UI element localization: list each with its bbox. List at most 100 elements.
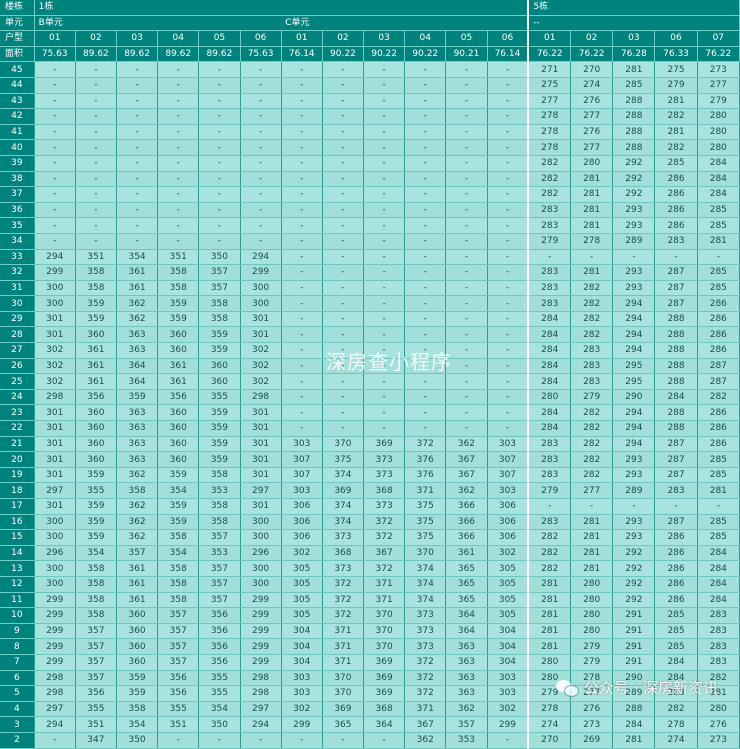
price-cell: 362: [445, 701, 488, 718]
price-cell: 282: [654, 139, 698, 156]
price-cell: -: [322, 280, 365, 297]
price-cell: 373: [363, 451, 406, 468]
price-cell: -: [363, 326, 406, 344]
table-row: 30 300 359 362 359 358 300- - - - - -283 282 294 287 28…: [0, 295, 740, 312]
price-cell: -: [157, 732, 200, 749]
price-cell: 373: [363, 498, 406, 515]
price-cell: 357: [157, 638, 200, 655]
price-cell: 302: [34, 358, 76, 375]
price-cell: -: [116, 186, 159, 203]
table-row: 41- - - - - - - - - - - -278 276 288 281 280: [0, 124, 740, 141]
price-cell: -: [322, 155, 365, 172]
price-cell: 359: [198, 404, 241, 422]
price-cell: -: [157, 77, 200, 94]
price-cell: 285: [654, 623, 698, 640]
price-cell: 292: [612, 155, 656, 172]
floor-cell: 32: [0, 264, 35, 281]
floor-cell: 20: [0, 451, 35, 468]
price-cell: -: [75, 61, 117, 78]
price-cell: 292: [612, 560, 656, 577]
price-cell: -: [281, 171, 323, 188]
price-cell: 279: [570, 654, 614, 671]
area-cell: 76.33: [654, 46, 698, 63]
floor-cell: 2: [0, 732, 35, 749]
price-cell: -: [240, 77, 282, 94]
price-cell: 305: [487, 607, 529, 624]
price-cell: 295: [612, 358, 656, 375]
price-cell: 283: [570, 342, 614, 359]
price-cell: 355: [198, 670, 241, 687]
price-cell: 299: [240, 638, 282, 655]
floor-cell: 5: [0, 685, 35, 702]
price-cell: 304: [487, 654, 529, 671]
price-cell: 356: [75, 685, 117, 702]
price-cell: 281: [570, 202, 614, 219]
price-cell: 287: [697, 358, 740, 375]
price-cell: -: [445, 139, 488, 156]
price-cell: 301: [34, 451, 76, 468]
price-cell: -: [445, 93, 488, 110]
price-cell: 358: [75, 576, 117, 593]
price-cell: 355: [75, 701, 117, 718]
price-cell: 370: [363, 623, 406, 640]
price-cell: 293: [612, 217, 656, 234]
table-row: 19 301 359 362 359 358 301 307 374 373 376 367 307 28…: [0, 467, 740, 484]
price-cell: -: [322, 326, 365, 344]
price-cell: 299: [281, 716, 323, 733]
price-cell: -: [445, 326, 488, 344]
price-cell: 376: [404, 467, 447, 484]
price-cell: 373: [363, 467, 406, 484]
unit-type-cell: 05: [445, 30, 488, 47]
price-cell: 299: [34, 607, 76, 624]
price-cell: 300: [240, 576, 282, 593]
price-cell: 281: [527, 592, 572, 609]
price-cell: 282: [654, 701, 698, 718]
price-cell: 354: [198, 701, 241, 718]
price-cell: 359: [75, 295, 117, 312]
price-cell: 284: [527, 326, 572, 344]
price-cell: 294: [612, 404, 656, 422]
floor-cell: 39: [0, 155, 35, 172]
price-cell: -: [75, 171, 117, 188]
price-cell: -: [281, 139, 323, 156]
floor-cell: 13: [0, 560, 35, 577]
price-cell: -: [445, 233, 488, 250]
area-row-label: 面积: [0, 46, 35, 63]
price-cell: -: [445, 358, 488, 375]
price-cell: 282: [527, 529, 572, 546]
price-cell: 372: [404, 670, 447, 687]
price-cell: -: [445, 108, 488, 125]
price-cell: 365: [445, 592, 488, 609]
price-cell: 372: [363, 529, 406, 546]
price-cell: 354: [116, 249, 159, 266]
price-cell: -: [34, 124, 76, 141]
price-cell: 278: [527, 701, 572, 718]
unit-type-cell: 03: [612, 30, 656, 47]
price-cell: 280: [570, 592, 614, 609]
floor-cell: 10: [0, 607, 35, 624]
price-cell: -: [322, 108, 365, 125]
price-cell: 369: [363, 436, 406, 453]
price-cell: 375: [404, 529, 447, 546]
price-cell: 294: [612, 295, 656, 312]
price-cell: -: [487, 186, 529, 203]
area-cell: 75.63: [240, 46, 282, 63]
price-cell: 359: [198, 342, 241, 359]
price-cell: -: [487, 108, 529, 125]
price-cell: -: [281, 326, 323, 344]
price-cell: 288: [654, 358, 698, 375]
price-cell: 366: [445, 498, 488, 515]
price-cell: 360: [116, 607, 159, 624]
price-cell: -: [363, 202, 406, 219]
price-cell: -: [322, 311, 365, 328]
price-cell: 358: [198, 467, 241, 484]
price-cell: 273: [570, 716, 614, 733]
price-cell: -: [322, 202, 365, 219]
price-cell: 358: [75, 607, 117, 624]
price-cell: -: [116, 124, 159, 141]
price-cell: 284: [527, 342, 572, 359]
price-cell: 293: [612, 264, 656, 281]
price-cell: 360: [75, 404, 117, 422]
price-cell: 375: [404, 514, 447, 531]
unit-type-cell: 03: [116, 30, 159, 47]
